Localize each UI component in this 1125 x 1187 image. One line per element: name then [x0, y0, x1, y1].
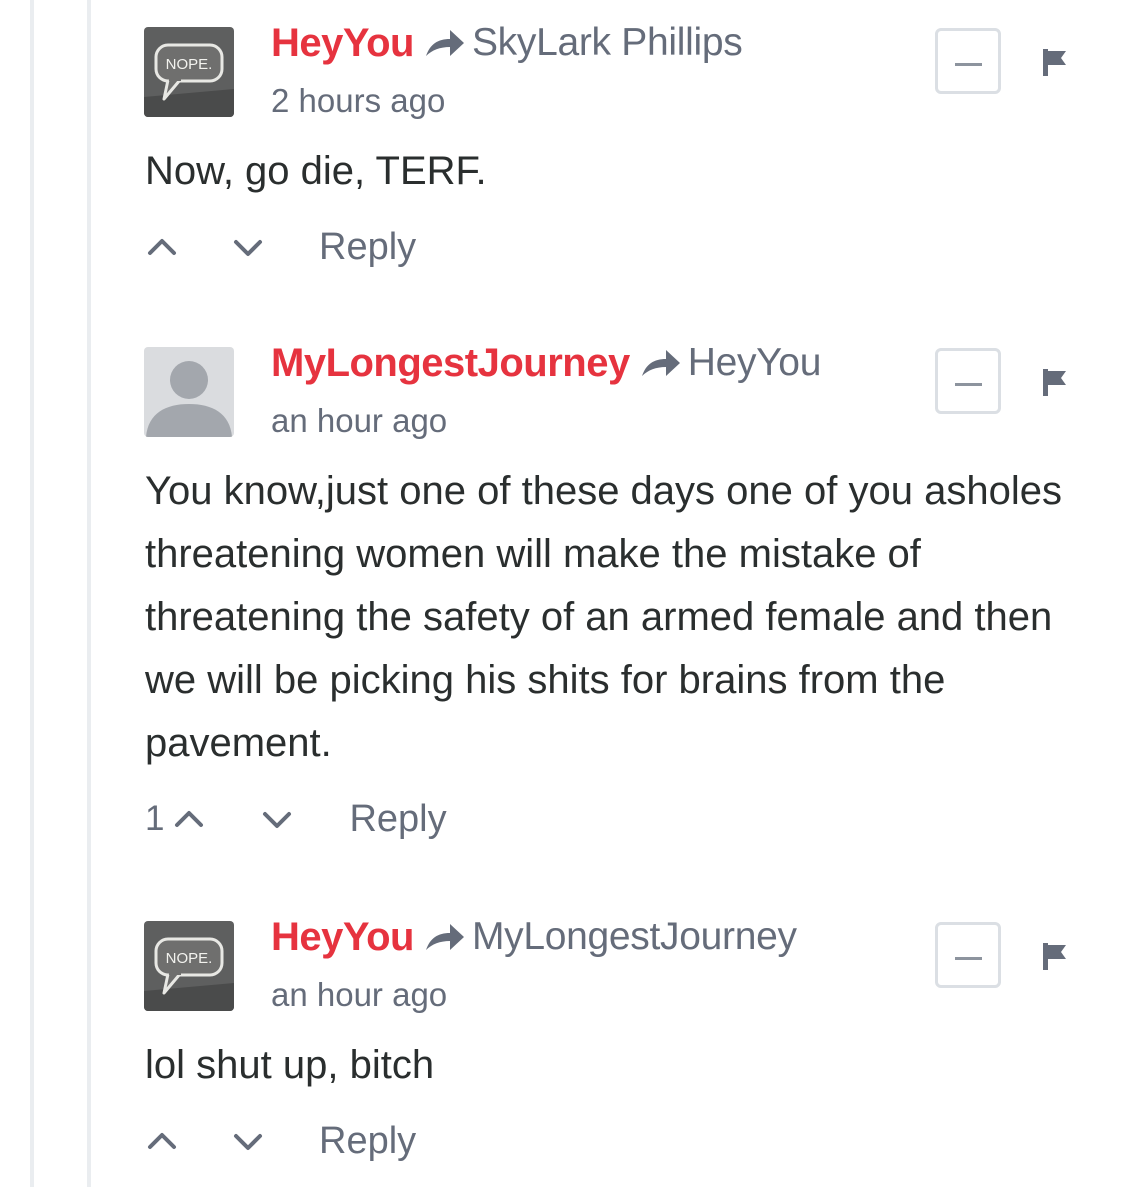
timestamp[interactable]: an hour ago	[271, 976, 447, 1014]
downvote-icon[interactable]	[231, 230, 265, 264]
reply-button[interactable]: Reply	[319, 226, 416, 269]
collapse-button[interactable]	[935, 922, 1001, 988]
upvote-icon[interactable]	[172, 802, 206, 836]
reply-arrow-icon	[422, 26, 466, 60]
comment: MyLongestJourney HeyYou an hour ago You …	[0, 320, 1125, 860]
recipient-name[interactable]: HeyYou	[688, 341, 822, 385]
timestamp[interactable]: 2 hours ago	[271, 82, 445, 120]
downvote-icon[interactable]	[231, 1124, 265, 1158]
flag-icon[interactable]	[1040, 366, 1070, 398]
avatar[interactable]: NOPE.	[144, 921, 234, 1011]
author-name[interactable]: MyLongestJourney	[271, 341, 630, 386]
collapse-button[interactable]	[935, 28, 1001, 94]
comment-body: You know,just one of these days one of y…	[145, 469, 1062, 765]
comment-footer: Reply	[145, 222, 416, 272]
comment-body: lol shut up, bitch	[145, 1043, 435, 1087]
collapse-button[interactable]	[935, 348, 1001, 414]
default-user-avatar-icon	[144, 347, 234, 437]
comment: NOPE. HeyYou MyLongestJourney an hour ag…	[0, 894, 1125, 1187]
avatar[interactable]	[144, 347, 234, 437]
reply-arrow-icon	[638, 346, 682, 380]
nope-sign-avatar-icon: NOPE.	[144, 921, 234, 1011]
avatar-sign-text: NOPE.	[166, 950, 213, 967]
recipient-name[interactable]: MyLongestJourney	[472, 915, 797, 959]
collapse-icon	[955, 63, 982, 66]
comment-header: MyLongestJourney HeyYou	[271, 336, 821, 390]
upvote-icon[interactable]	[145, 1124, 179, 1158]
comment-footer: Reply	[145, 1116, 416, 1166]
author-name[interactable]: HeyYou	[271, 915, 414, 960]
comment-header: HeyYou SkyLark Phillips	[271, 16, 743, 70]
nope-sign-avatar-icon: NOPE.	[144, 27, 234, 117]
comment-body: Now, go die, TERF.	[145, 149, 487, 193]
author-name[interactable]: HeyYou	[271, 21, 414, 66]
vote-count: 1	[145, 799, 165, 838]
collapse-icon	[955, 957, 982, 960]
reply-arrow-icon	[422, 920, 466, 954]
flag-icon[interactable]	[1040, 940, 1070, 972]
reply-button[interactable]: Reply	[349, 798, 446, 841]
recipient-name[interactable]: SkyLark Phillips	[472, 21, 743, 65]
upvote-icon[interactable]	[145, 230, 179, 264]
reply-button[interactable]: Reply	[319, 1120, 416, 1163]
comment-header: HeyYou MyLongestJourney	[271, 910, 797, 964]
comment-footer: 1 Reply	[145, 794, 447, 844]
flag-icon[interactable]	[1040, 46, 1070, 78]
avatar[interactable]: NOPE.	[144, 27, 234, 117]
avatar-sign-text: NOPE.	[166, 56, 213, 73]
timestamp[interactable]: an hour ago	[271, 402, 447, 440]
downvote-icon[interactable]	[260, 802, 294, 836]
comment: NOPE. HeyYou SkyLark Phillips 2 hours ag…	[0, 0, 1125, 300]
collapse-icon	[955, 383, 982, 386]
